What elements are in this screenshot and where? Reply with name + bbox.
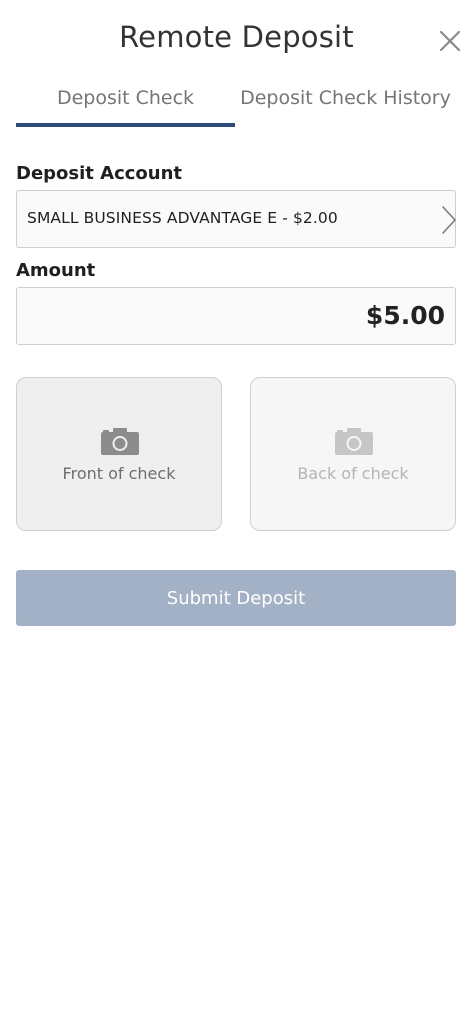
header: Remote Deposit xyxy=(0,0,473,80)
submit-deposit-button[interactable]: Submit Deposit xyxy=(16,570,456,626)
camera-icon xyxy=(101,428,139,455)
tab-label: Deposit Check xyxy=(56,87,195,109)
deposit-account-label: Deposit Account xyxy=(16,163,183,184)
chevron-right-icon xyxy=(442,206,456,234)
tab-deposit-check-history[interactable]: Deposit Check History xyxy=(235,80,456,128)
tab-deposit-check[interactable]: Deposit Check xyxy=(16,80,235,128)
amount-label: Amount xyxy=(16,260,96,281)
amount-value: $5.00 xyxy=(365,301,445,330)
close-button[interactable] xyxy=(434,25,466,57)
deposit-account-value: SMALL BUSINESS ADVANTAGE E - $2.00 xyxy=(27,209,338,227)
front-of-check-label: Front of check xyxy=(62,464,176,483)
amount-input[interactable]: $5.00 xyxy=(16,287,456,345)
back-of-check-label: Back of check xyxy=(297,464,409,483)
page-title: Remote Deposit xyxy=(119,20,354,54)
back-of-check-button[interactable]: Back of check xyxy=(250,377,456,531)
close-icon xyxy=(439,30,461,52)
tab-bar: Deposit Check Deposit Check History xyxy=(16,80,456,128)
tab-label: Deposit Check History xyxy=(240,87,451,109)
deposit-account-selector[interactable]: SMALL BUSINESS ADVANTAGE E - $2.00 xyxy=(16,190,456,248)
front-of-check-button[interactable]: Front of check xyxy=(16,377,222,531)
active-tab-indicator xyxy=(16,123,235,127)
camera-icon xyxy=(335,428,373,455)
